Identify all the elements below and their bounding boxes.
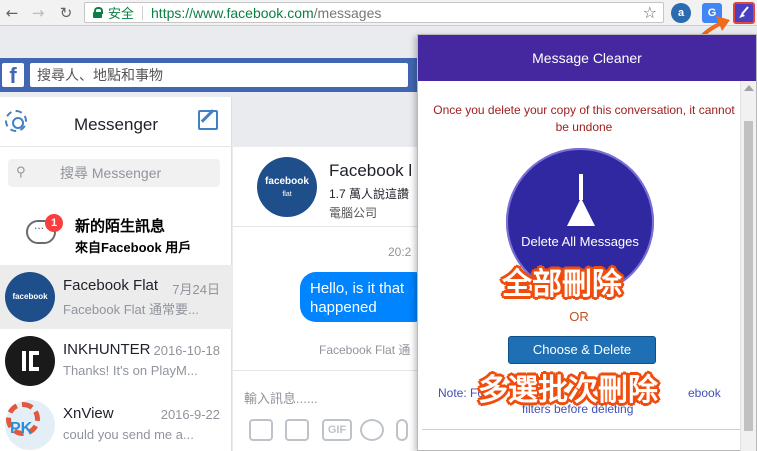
reload-icon[interactable]: ↻ bbox=[56, 3, 76, 23]
broom-icon bbox=[567, 174, 595, 230]
photo-icon[interactable] bbox=[249, 419, 273, 441]
watermark-text: PK bbox=[10, 420, 33, 437]
avatar: facebook bbox=[5, 272, 55, 322]
microphone-icon[interactable] bbox=[396, 419, 408, 441]
browser-toolbar: ← → ↻ 安全 https://www.facebook.com/messag… bbox=[0, 0, 757, 26]
divider bbox=[233, 370, 420, 371]
requests-subtitle: 來自Facebook 用戶 bbox=[75, 240, 192, 255]
conversation-item[interactable]: facebook Facebook Flat 7月24日 Facebook Fl… bbox=[0, 265, 232, 329]
forward-arrow-icon[interactable]: → bbox=[28, 3, 48, 23]
contact-likes: 1.7 萬人說這讚 bbox=[329, 187, 410, 201]
messenger-search-placeholder: 搜尋 Messenger bbox=[60, 165, 162, 181]
watermark-logo: PK bbox=[2, 402, 54, 448]
avatar-sublabel: flat bbox=[282, 191, 292, 198]
divider bbox=[422, 429, 740, 430]
message-timestamp: 20:2 bbox=[388, 245, 412, 259]
messenger-header: Messenger bbox=[0, 97, 232, 147]
url-host: https://www.facebook.com bbox=[151, 4, 314, 21]
emoji-icon[interactable] bbox=[360, 419, 384, 441]
message-line: Hello, is it that bbox=[310, 280, 405, 297]
gif-button[interactable]: GIF bbox=[322, 419, 352, 441]
conversation-date: 2016-10-18 bbox=[153, 343, 221, 358]
secure-label: 安全 bbox=[108, 6, 135, 21]
message-cleaner-popup: Message Cleaner Once you delete your cop… bbox=[417, 34, 757, 451]
message-input[interactable]: 輸入訊息...... bbox=[244, 388, 318, 407]
sticker-icon[interactable] bbox=[285, 419, 309, 441]
annotation-multi-delete: 多選批次刪除 bbox=[478, 373, 658, 408]
conversation-item[interactable]: INKHUNTER 2016-10-18 Thanks! It's on Pla… bbox=[0, 329, 232, 393]
conversation-snippet: Facebook Flat 通常要... bbox=[63, 302, 199, 317]
sent-message-bubble: Hello, is it that happened bbox=[300, 272, 430, 322]
facebook-logo[interactable]: f bbox=[2, 63, 24, 88]
avatar-label: facebook bbox=[265, 176, 309, 187]
or-separator: OR bbox=[569, 309, 589, 324]
compose-icon[interactable] bbox=[198, 110, 218, 130]
conversation-date: 7月24日 bbox=[172, 282, 220, 297]
conversation-date: 2016-9-22 bbox=[160, 407, 220, 422]
requests-title: 新的陌生訊息 bbox=[75, 218, 166, 235]
choose-delete-button[interactable]: Choose & Delete bbox=[508, 336, 656, 364]
messenger-search-input[interactable]: ⚲ 搜尋 Messenger bbox=[8, 159, 220, 187]
bookmark-star-icon[interactable]: ☆ bbox=[643, 3, 657, 22]
address-bar[interactable]: 安全 https://www.facebook.com/messages ☆ bbox=[84, 2, 664, 23]
conversation-pane: facebook flat Facebook l 1.7 萬人說這讚 電腦公司 … bbox=[233, 147, 430, 451]
avatar bbox=[5, 336, 55, 386]
scroll-up-icon[interactable] bbox=[744, 85, 754, 91]
url-path: /messages bbox=[313, 4, 382, 21]
message-requests[interactable]: 1 新的陌生訊息 來自Facebook 用戶 bbox=[0, 210, 232, 260]
messenger-sidebar: Messenger ⚲ 搜尋 Messenger 1 新的陌生訊息 來自Face… bbox=[0, 97, 232, 451]
popup-scrollbar[interactable] bbox=[740, 81, 756, 451]
conversation-name: INKHUNTER bbox=[63, 341, 151, 358]
message-line: happened bbox=[310, 299, 377, 316]
facebook-header: f 搜尋人、地點和事物 bbox=[0, 58, 420, 92]
conversation-name: XnView bbox=[63, 405, 114, 422]
divider bbox=[142, 5, 144, 20]
lock-icon bbox=[93, 7, 103, 18]
contact-name[interactable]: Facebook l bbox=[329, 161, 412, 181]
delete-all-label: Delete All Messages bbox=[521, 234, 639, 249]
contact-category: 電腦公司 bbox=[329, 206, 378, 220]
seen-indicator: Facebook Flat 通 bbox=[319, 343, 411, 357]
conversation-snippet: could you send me a... bbox=[63, 427, 194, 442]
note-text-end: ebook bbox=[688, 386, 721, 400]
avatar: facebook flat bbox=[257, 157, 317, 217]
back-arrow-icon[interactable]: ← bbox=[2, 3, 22, 23]
search-icon: ⚲ bbox=[16, 165, 26, 180]
scroll-thumb[interactable] bbox=[744, 121, 753, 431]
warning-text: Once you delete your copy of this conver… bbox=[433, 103, 735, 134]
conversation-header: facebook flat Facebook l 1.7 萬人說這讚 電腦公司 bbox=[233, 147, 420, 227]
popup-title: Message Cleaner bbox=[418, 35, 756, 81]
facebook-search-input[interactable]: 搜尋人、地點和事物 bbox=[30, 63, 408, 87]
request-count-badge: 1 bbox=[45, 214, 63, 232]
conversation-snippet: Thanks! It's on PlayM... bbox=[63, 363, 198, 378]
annotation-delete-all: 全部刪除 bbox=[502, 267, 622, 302]
conversation-name: Facebook Flat bbox=[63, 277, 159, 294]
